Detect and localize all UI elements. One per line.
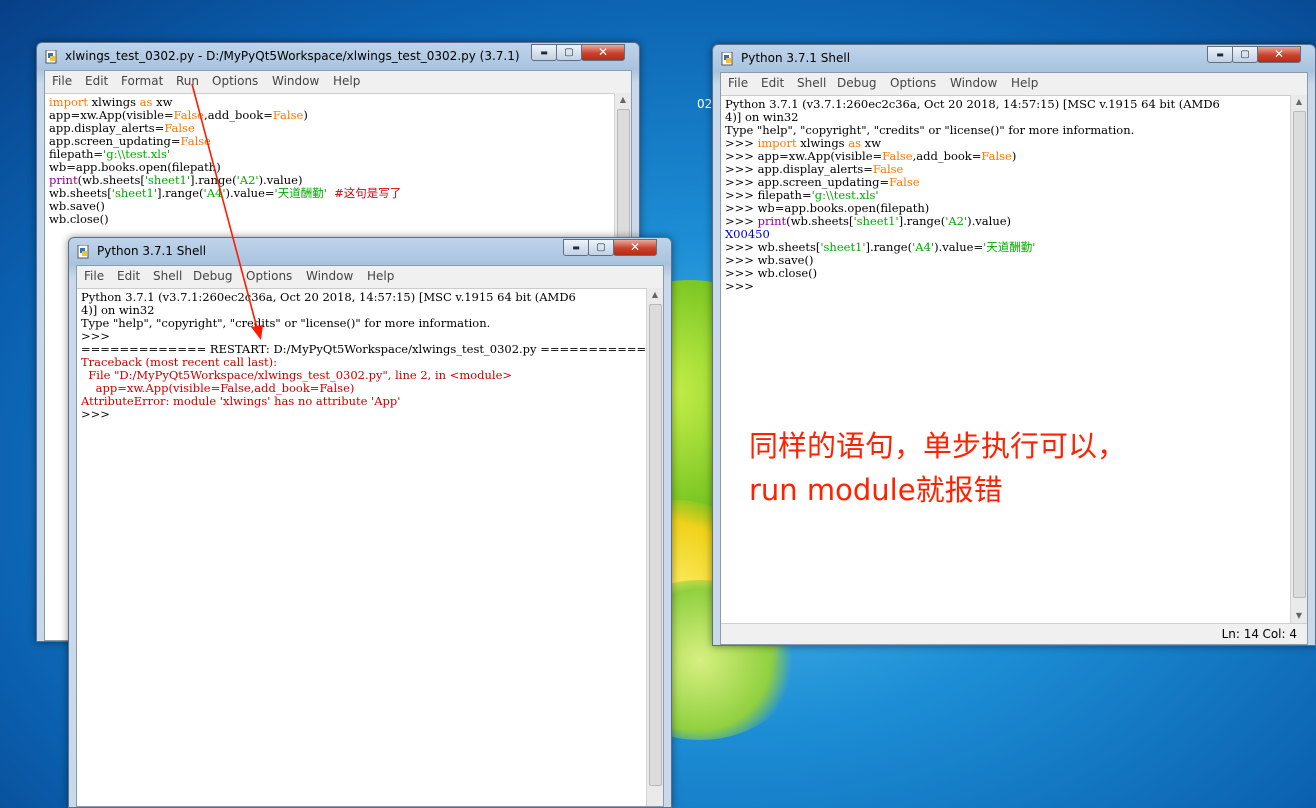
annotation-arrow bbox=[191, 83, 263, 340]
annotation-line-1: 同样的语句，单步执行可以， bbox=[749, 429, 1127, 463]
annotation-line-2: run module就报错 bbox=[749, 473, 1003, 507]
annotation-text: 同样的语句，单步执行可以， run module就报错 bbox=[749, 424, 1126, 512]
